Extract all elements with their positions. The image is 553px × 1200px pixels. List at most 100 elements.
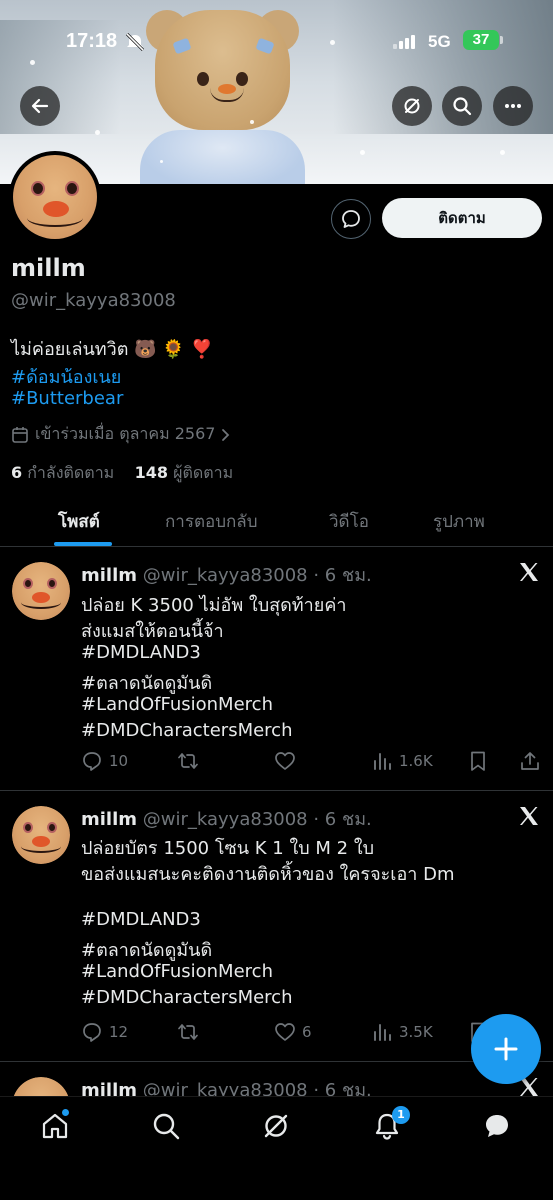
reply-icon [83,1023,101,1042]
following-link[interactable]: 6 กำลังติดตาม [11,463,114,482]
tab-videos[interactable]: วิดีโอ [329,508,369,535]
like-count: 6 [302,1023,312,1041]
home-new-dot [61,1108,70,1117]
tweet-author-name[interactable]: millm [81,565,137,586]
grok-button[interactable] [392,86,432,126]
tweet-hashtag-link[interactable]: #DMDLAND3 [81,642,201,663]
profile-avatar[interactable] [9,151,101,243]
tweet-hashtag-link[interactable]: #DMDLAND3 [81,909,201,930]
compose-post-button[interactable] [471,1014,541,1084]
tweet-hashtag-link[interactable]: #LandOfFusionMerch [81,694,273,715]
heart-icon [275,1023,295,1041]
x-logo-icon [520,807,538,825]
tweet-hashtag-link[interactable]: #ตลาดนัดดูมันดิ [81,668,212,697]
follow-button[interactable]: ติดตาม [382,198,542,238]
notification-badge: 1 [392,1106,410,1124]
retweet-icon [178,1024,198,1040]
more-button[interactable] [493,86,533,126]
bell-slash-icon [125,33,145,51]
tweet-hashtag-link[interactable]: #ตลาดนัดดูมันดิ [81,935,212,964]
joined-date[interactable]: เข้าร่วมเมื่อ ตุลาคม 2567 [11,422,231,447]
nav-grok[interactable] [261,1111,291,1141]
tweet-hashtag-link[interactable]: #LandOfFusionMerch [81,961,273,982]
tweet-actions: 10 1.6K [0,750,553,776]
tweet-text-line: ปล่อยบัตร 1500 โซน K 1 ใบ M 2 ใบ [81,838,375,859]
views-bar-chart-icon [374,753,391,770]
followers-label: ผู้ติดตาม [173,463,234,482]
tweet-time: · 6 ชม. [313,809,372,830]
tweet-text-line: ขอส่งแมสนะคะติดงานติดหิ้วของ ใครจะเอา Dm [81,864,455,885]
bottom-navigation: 1 [0,1096,553,1200]
plus-icon [494,1037,518,1061]
grok-icon [264,1114,288,1138]
arrow-left-icon [31,98,49,114]
tweet-time: · 6 ชม. [313,565,372,586]
tab-posts[interactable]: โพสต์ [58,508,100,535]
tweet-actions: 12 6 3.5K [0,1021,553,1047]
x-logo-icon [520,563,538,581]
bookmark-icon [471,751,485,771]
banner-bear-image [140,0,305,184]
tweet-hashtag-link[interactable]: #DMDCharactersMerch [81,987,293,1008]
nav-notifications[interactable]: 1 [372,1106,410,1141]
grok-icon [404,98,420,114]
calendar-icon [12,426,28,443]
nav-home[interactable] [40,1108,70,1141]
retweet-button[interactable] [177,750,205,772]
tab-active-indicator [54,542,112,546]
reply-button[interactable]: 10 [81,750,128,772]
reply-icon [83,752,101,771]
heart-icon [275,752,295,770]
nav-messages[interactable] [482,1111,512,1141]
reply-count: 12 [109,1023,129,1041]
battery-tip [500,36,503,44]
views-bar-chart-icon [374,1024,391,1041]
search-button[interactable] [442,86,482,126]
followers-count: 148 [134,463,168,482]
tab-replies[interactable]: การตอบกลับ [165,508,258,535]
tweet-header: millm @wir_kayya83008 · 6 ชม. [81,560,372,589]
views-count: 1.6K [399,752,433,770]
tweet-text-line: ปล่อย K 3500 ไม่อัพ ใบสุดท้ายค่า [81,595,347,616]
reply-count: 10 [109,752,129,770]
like-button[interactable] [274,750,302,772]
views-button[interactable]: 1.6K [371,750,433,772]
back-button[interactable] [20,86,60,126]
followers-link[interactable]: 148 ผู้ติดตาม [135,463,234,482]
messages-icon [486,1115,508,1137]
share-icon [521,752,539,770]
message-bubble-icon [342,210,360,228]
more-icon [505,104,521,108]
profile-tabs: โพสต์ การตอบกลับ วิดีโอ รูปภาพ [0,498,553,547]
tweet-avatar[interactable] [12,562,70,620]
retweet-button[interactable] [177,1021,205,1043]
tweet-hashtag-link[interactable]: #DMDCharactersMerch [81,720,293,741]
bio-hashtag-link[interactable]: #ด้อมน้องเนย [11,362,121,391]
following-count: 6 [11,463,23,482]
share-button[interactable] [519,750,541,772]
profile-bio: ไม่ค่อยเล่นทวิต 🐻 🌻 ❣️ [11,339,213,360]
like-button[interactable]: 6 [274,1021,312,1043]
tweet-author-handle[interactable]: @wir_kayya83008 [143,809,308,830]
search-icon [153,1113,180,1140]
tweet[interactable]: millm @wir_kayya83008 · 6 ชม. ปล่อยบัตร … [0,792,553,1062]
follow-stats: 6 กำลังติดตาม 148 ผู้ติดตาม [11,461,233,486]
search-icon [453,97,472,116]
profile-handle: @wir_kayya83008 [11,290,176,311]
tab-photos[interactable]: รูปภาพ [433,508,485,535]
chevron-right-icon [222,428,230,441]
tweet-avatar[interactable] [12,806,70,864]
bio-hashtag-link[interactable]: #Butterbear [11,388,123,409]
tweet-author-handle[interactable]: @wir_kayya83008 [143,565,308,586]
bookmark-button[interactable] [467,750,489,772]
views-button[interactable]: 3.5K [371,1021,433,1043]
tweet[interactable]: millm @wir_kayya83008 · 6 ชม. ปล่อย K 35… [0,548,553,791]
battery-level: 37 [463,30,499,50]
following-label: กำลังติดตาม [27,463,115,482]
nav-search[interactable] [151,1111,181,1141]
message-button[interactable] [331,199,371,239]
joined-date-text: เข้าร่วมเมื่อ ตุลาคม 2567 [35,424,216,443]
signal-icon [393,33,419,49]
tweet-author-name[interactable]: millm [81,809,137,830]
reply-button[interactable]: 12 [81,1021,128,1043]
